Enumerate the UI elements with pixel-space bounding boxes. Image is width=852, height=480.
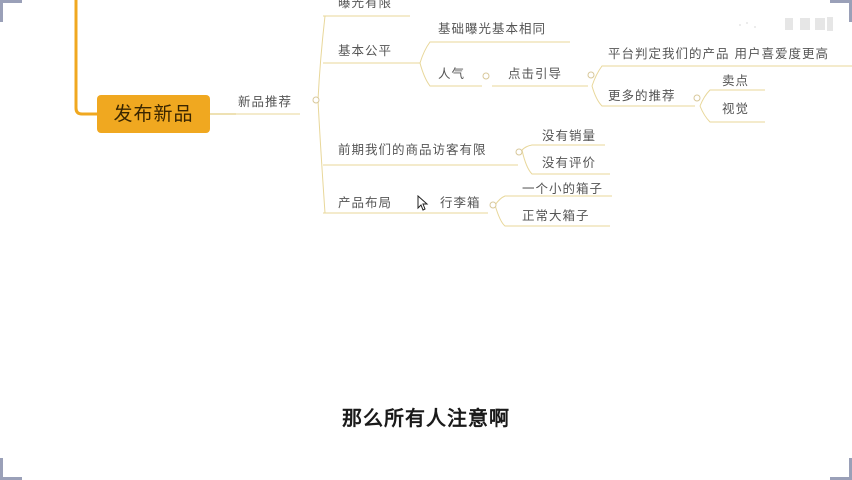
node-exposure-limited[interactable]: 曝光有限 [338,0,392,11]
node-platform-judge[interactable]: 平台判定我们的产品 用户喜爱度更高 [608,46,829,62]
node-product-layout[interactable]: 产品布局 [338,195,392,211]
node-more-recommend[interactable]: 更多的推荐 [608,88,676,104]
video-subtitle: 那么所有人注意啊 [342,406,510,430]
node-normal-box[interactable]: 正常大箱子 [522,208,590,224]
root-node[interactable]: 发布新品 [97,95,210,133]
node-early-visitors[interactable]: 前期我们的商品访客有限 [338,142,487,158]
node-no-sales[interactable]: 没有销量 [542,128,596,144]
corner-mark-top-left-h [0,0,22,3]
node-click-guide[interactable]: 点击引导 [508,66,562,82]
corner-mark-top-right-h [830,0,852,3]
node-popularity[interactable]: 人气 [438,66,465,82]
node-basic-exposure-same[interactable]: 基础曝光基本相同 [438,21,546,37]
node-no-reviews[interactable]: 没有评价 [542,155,596,171]
trunk-line [74,0,97,116]
node-small-box[interactable]: 一个小的箱子 [522,181,603,197]
mouse-pointer-icon [417,195,429,211]
node-trunk-box[interactable]: 行李箱 [440,195,481,211]
corner-mark-top-left [0,0,3,22]
node-basic-fair[interactable]: 基本公平 [338,43,392,59]
node-selling-point[interactable]: 卖点 [722,73,749,89]
branch-new-product-recommend[interactable]: 新品推荐 [238,94,292,110]
node-visual[interactable]: 视觉 [722,101,749,117]
faint-scribble-decoration [739,17,833,31]
